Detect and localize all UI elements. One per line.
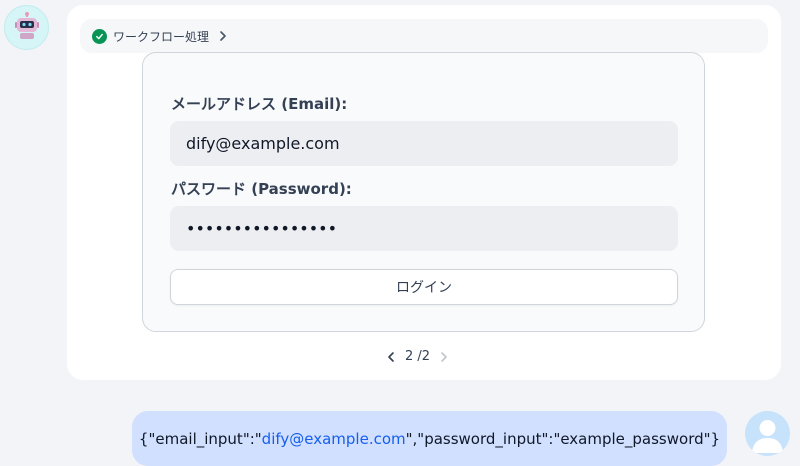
login-button[interactable]: ログイン (170, 269, 678, 305)
email-field[interactable] (170, 121, 678, 166)
workflow-status-label: ワークフロー処理 (113, 29, 210, 44)
workflow-status-bar[interactable]: ワークフロー処理 (80, 19, 768, 53)
bot-avatar (4, 5, 49, 50)
user-icon (745, 420, 790, 456)
user-avatar (745, 411, 790, 456)
assistant-message: ワークフロー処理 メールアドレス (Email): パスワード (Passwor… (67, 5, 781, 380)
pagination: 2 /2 (387, 349, 448, 364)
login-form: メールアドレス (Email): パスワード (Password): ログイン (142, 52, 705, 332)
user-message-prefix: {"email_input":" (138, 429, 262, 448)
email-label: メールアドレス (Email): (171, 95, 348, 113)
chevron-right-icon[interactable] (219, 30, 227, 42)
user-message: {"email_input":" dify@example.com ","passw… (132, 411, 727, 466)
chevron-right-icon[interactable] (440, 351, 448, 363)
email-link[interactable]: dify@example.com (262, 430, 406, 448)
chevron-left-icon[interactable] (387, 351, 395, 363)
page-indicator: 2 /2 (405, 349, 431, 364)
password-field[interactable] (170, 206, 678, 251)
password-label: パスワード (Password): (171, 180, 352, 198)
robot-icon (14, 11, 40, 44)
user-message-suffix: ","password_input":"example_password"} (405, 429, 721, 448)
check-circle-icon (92, 28, 107, 44)
